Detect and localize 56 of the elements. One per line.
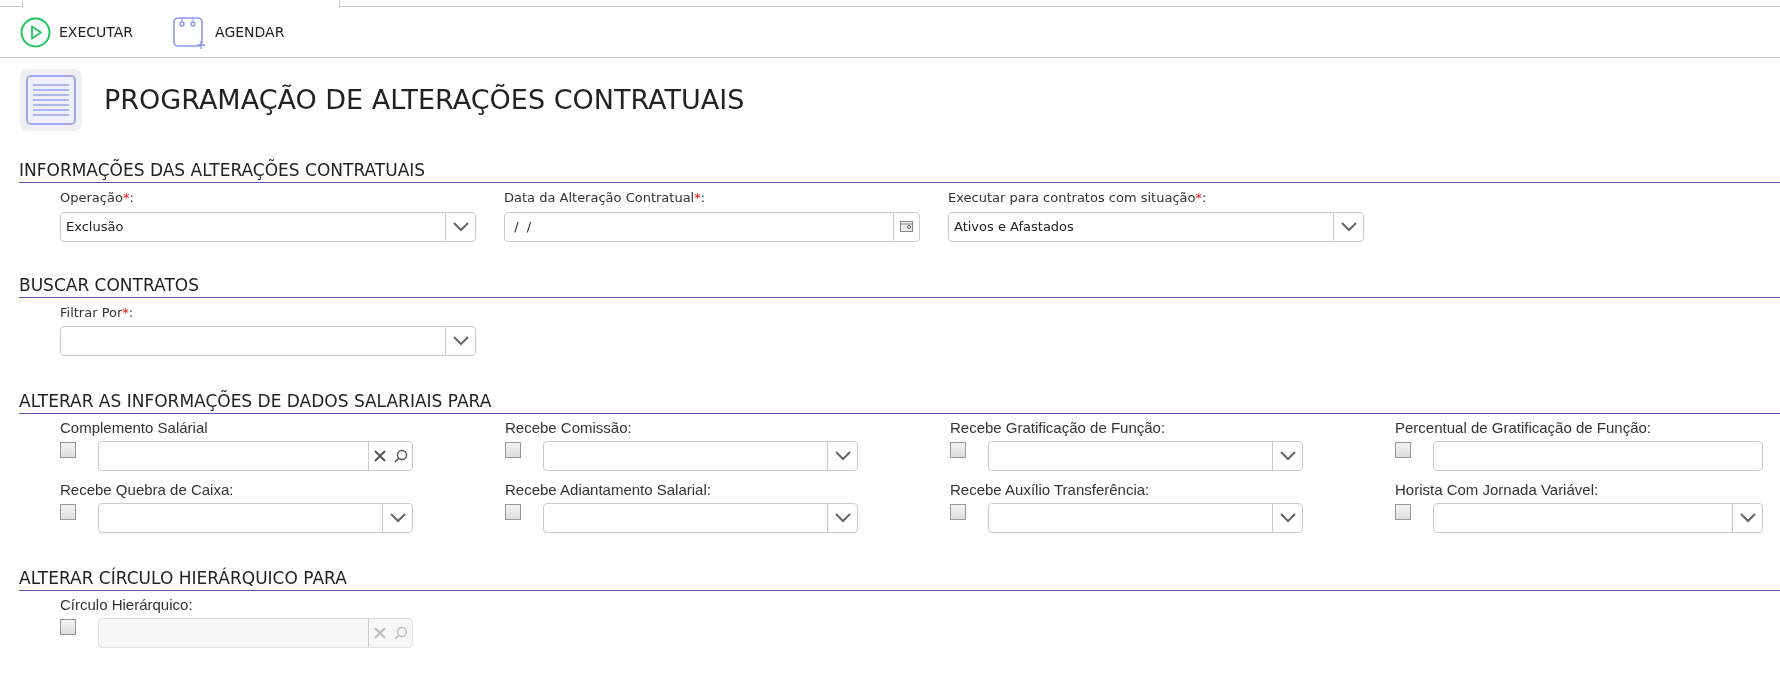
field-label: Data da Alteração Contratual*: [504,189,707,207]
checkbox[interactable] [505,442,521,458]
field-label: Recebe Auxílio Transferência: [950,480,1151,500]
dropdown[interactable]: Exclusão [60,211,476,242]
field-label: Complemento Salárial [60,418,209,438]
chevron-down-icon [834,513,851,523]
date-field[interactable]: / / [504,211,920,242]
dropdown[interactable] [543,503,858,533]
run-button[interactable]: EXECUTAR [20,16,134,48]
checkbox[interactable] [1395,442,1411,458]
chevron-down-icon [452,221,469,232]
clear-icon[interactable] [373,450,386,462]
calendar-icon [900,221,913,232]
calendar-add-icon [173,15,208,49]
dropdown[interactable] [543,441,858,471]
field-label: Percentual de Gratificação de Função: [1395,418,1652,438]
page-title: PROGRAMAÇÃO DE ALTERAÇÕES CONTRATUAIS [104,82,745,117]
dropdown[interactable] [1433,503,1763,533]
checkbox[interactable] [60,442,76,458]
chevron-down-icon [1340,221,1357,232]
checkbox[interactable] [505,504,521,520]
section-heading: INFORMAÇÕES DAS ALTERAÇÕES CONTRATUAIS [19,159,1780,183]
schedule-button[interactable]: AGENDAR [173,15,285,49]
chevron-down-icon [834,451,851,461]
checkbox[interactable] [950,504,966,520]
section-heading: BUSCAR CONTRATOS [19,273,1780,298]
lookup-field[interactable] [98,441,413,471]
chevron-down-icon [1739,513,1756,523]
search-icon[interactable] [394,449,408,463]
section-heading: ALTERAR CÍRCULO HIERÁRQUICO PARA [19,567,1780,591]
checkbox[interactable] [1395,504,1411,520]
checkbox[interactable] [950,442,966,458]
field-label: Horista Com Jornada Variável: [1395,480,1600,500]
field-label: Recebe Quebra de Caixa: [60,480,235,500]
dropdown[interactable]: Ativos e Afastados [948,211,1364,242]
dropdown[interactable] [98,503,413,533]
section-heading: ALTERAR AS INFORMAÇÕES DE DADOS SALARIAIS PARA [19,390,1780,414]
input-field[interactable] [1433,441,1763,471]
field-label: Filtrar Por*: [60,303,135,322]
dropdown[interactable] [60,326,476,356]
tab[interactable] [22,0,340,8]
document-icon [20,69,82,131]
chevron-down-icon [1279,451,1296,461]
field-label: Recebe Comissão: [505,418,633,438]
chevron-down-icon [452,336,469,346]
field-label: Círculo Hierárquico: [60,595,194,615]
checkbox[interactable] [60,504,76,520]
chevron-down-icon [1279,513,1296,523]
dropdown[interactable] [988,441,1303,471]
field-label: Executar para contratos com situação*: [948,189,1208,207]
dropdown[interactable] [988,503,1303,533]
field-label: Recebe Adiantamento Salarial: [505,480,712,500]
chevron-down-icon [389,513,406,523]
play-icon [20,16,51,48]
field-label: Operação*: [60,189,135,207]
field-label: Recebe Gratificação de Função: [950,418,1167,438]
